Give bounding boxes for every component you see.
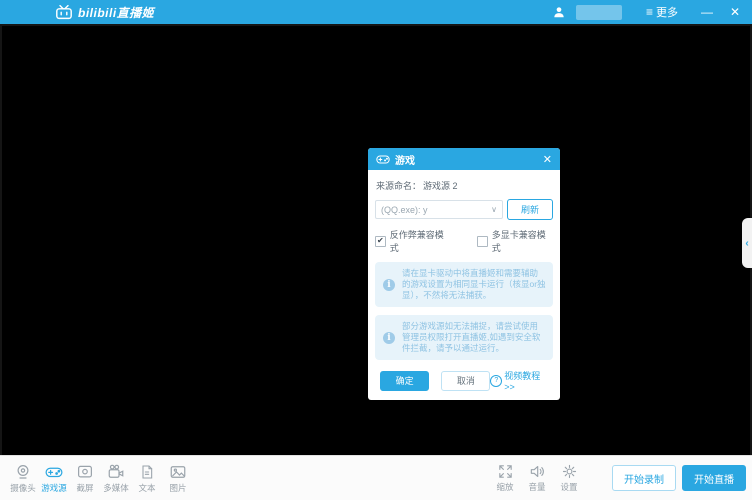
info-icon: i xyxy=(383,279,395,291)
start-live-button[interactable]: 开始直播 xyxy=(682,465,746,491)
username-box[interactable] xyxy=(576,5,622,20)
control-label: 设置 xyxy=(560,481,577,493)
scale-button[interactable]: 缩放 xyxy=(490,463,520,493)
more-label: 更多 xyxy=(656,4,678,20)
info-text-admin: 部分游戏源如无法捕捉，请尝试使用管理员权限打开直播姬,如遇到安全软件拦截，请予以… xyxy=(402,321,546,354)
cancel-button[interactable]: 取消 xyxy=(441,371,490,391)
scale-expand-icon xyxy=(497,463,514,480)
text-document-icon xyxy=(139,463,155,481)
source-picture-button[interactable]: 图片 xyxy=(163,463,193,494)
anticheat-checkbox-label: 反作弊兼容模式 xyxy=(390,228,451,254)
source-media-button[interactable]: 多媒体 xyxy=(101,463,131,494)
info-box-gpu: i 请在显卡驱动中将直播姬和需要辅助的游戏设置为相同显卡运行（核显or独显），不… xyxy=(375,262,553,307)
bottom-toolbar: 摄像头 游戏源 截屏 多媒体 xyxy=(0,455,752,500)
multigpu-checkbox-label: 多显卡兼容模式 xyxy=(492,228,553,254)
dialog-header[interactable]: 游戏 ✕ xyxy=(368,148,560,170)
checkbox-unchecked-icon xyxy=(477,236,488,247)
control-label: 缩放 xyxy=(496,481,513,493)
gamepad-icon xyxy=(376,154,390,165)
multigpu-checkbox[interactable]: 多显卡兼容模式 xyxy=(477,228,553,254)
minimize-button[interactable]: — xyxy=(698,5,716,19)
source-text-button[interactable]: 文本 xyxy=(132,463,162,494)
video-tutorial-label: 视频教程>> xyxy=(504,369,550,392)
volume-icon xyxy=(528,463,546,480)
picture-icon xyxy=(169,463,187,481)
ok-button[interactable]: 确定 xyxy=(380,371,429,391)
source-name-value[interactable]: 游戏源 2 xyxy=(423,179,458,192)
source-label: 文本 xyxy=(138,482,155,494)
info-text-gpu: 请在显卡驱动中将直播姬和需要辅助的游戏设置为相同显卡运行（核显or独显），不然将… xyxy=(402,268,546,301)
title-bar: bilibili直播姬 ≡ 更多 — ✕ xyxy=(0,0,752,24)
screen-capture-icon xyxy=(76,463,94,481)
question-circle-icon: ? xyxy=(490,375,502,387)
source-screen-capture-button[interactable]: 截屏 xyxy=(70,463,100,494)
app-title: bilibili直播姬 xyxy=(78,4,154,21)
user-icon[interactable] xyxy=(552,5,566,19)
anticheat-checkbox[interactable]: ✔ 反作弊兼容模式 xyxy=(375,228,451,254)
source-label: 多媒体 xyxy=(103,482,129,494)
checkbox-checked-icon: ✔ xyxy=(375,236,386,247)
settings-button[interactable]: 设置 xyxy=(554,463,584,493)
settings-gear-icon xyxy=(561,463,578,480)
info-box-admin: i 部分游戏源如无法捕捉，请尝试使用管理员权限打开直播姬,如遇到安全软件拦截，请… xyxy=(375,315,553,360)
app-logo: bilibili直播姬 xyxy=(54,4,154,21)
source-label: 游戏源 xyxy=(41,482,67,494)
source-label: 摄像头 xyxy=(10,482,36,494)
game-source-dialog: 游戏 ✕ 来源命名： 游戏源 2 (QQ.exe): y ∨ 刷新 ✔ 反作弊兼… xyxy=(368,148,560,400)
source-webcam-button[interactable]: 摄像头 xyxy=(8,463,38,494)
process-select[interactable]: (QQ.exe): y ∨ xyxy=(375,200,503,219)
process-select-value: (QQ.exe): y xyxy=(381,205,428,215)
gamepad-icon xyxy=(44,463,64,481)
media-camera-icon xyxy=(107,463,125,481)
volume-button[interactable]: 音量 xyxy=(522,463,552,493)
more-menu-button[interactable]: ≡ 更多 xyxy=(646,4,678,20)
source-label: 截屏 xyxy=(76,482,93,494)
source-game-button[interactable]: 游戏源 xyxy=(39,463,69,494)
chevron-down-icon: ∨ xyxy=(491,205,497,214)
start-record-button[interactable]: 开始录制 xyxy=(612,465,676,491)
video-tutorial-link[interactable]: ? 视频教程>> xyxy=(490,369,550,392)
refresh-button[interactable]: 刷新 xyxy=(507,199,553,220)
dialog-title: 游戏 xyxy=(395,152,415,167)
control-label: 音量 xyxy=(528,481,545,493)
close-window-button[interactable]: ✕ xyxy=(726,5,744,19)
info-icon: i xyxy=(383,332,395,344)
dialog-close-icon[interactable]: ✕ xyxy=(543,153,552,166)
hamburger-icon: ≡ xyxy=(646,6,653,18)
tv-logo-icon xyxy=(54,4,74,20)
webcam-icon xyxy=(14,463,32,481)
source-name-label: 来源命名： xyxy=(376,179,421,192)
chevron-left-icon: ‹ xyxy=(745,238,748,249)
collapse-panel-tab[interactable]: ‹ xyxy=(742,218,752,268)
source-label: 图片 xyxy=(169,482,186,494)
